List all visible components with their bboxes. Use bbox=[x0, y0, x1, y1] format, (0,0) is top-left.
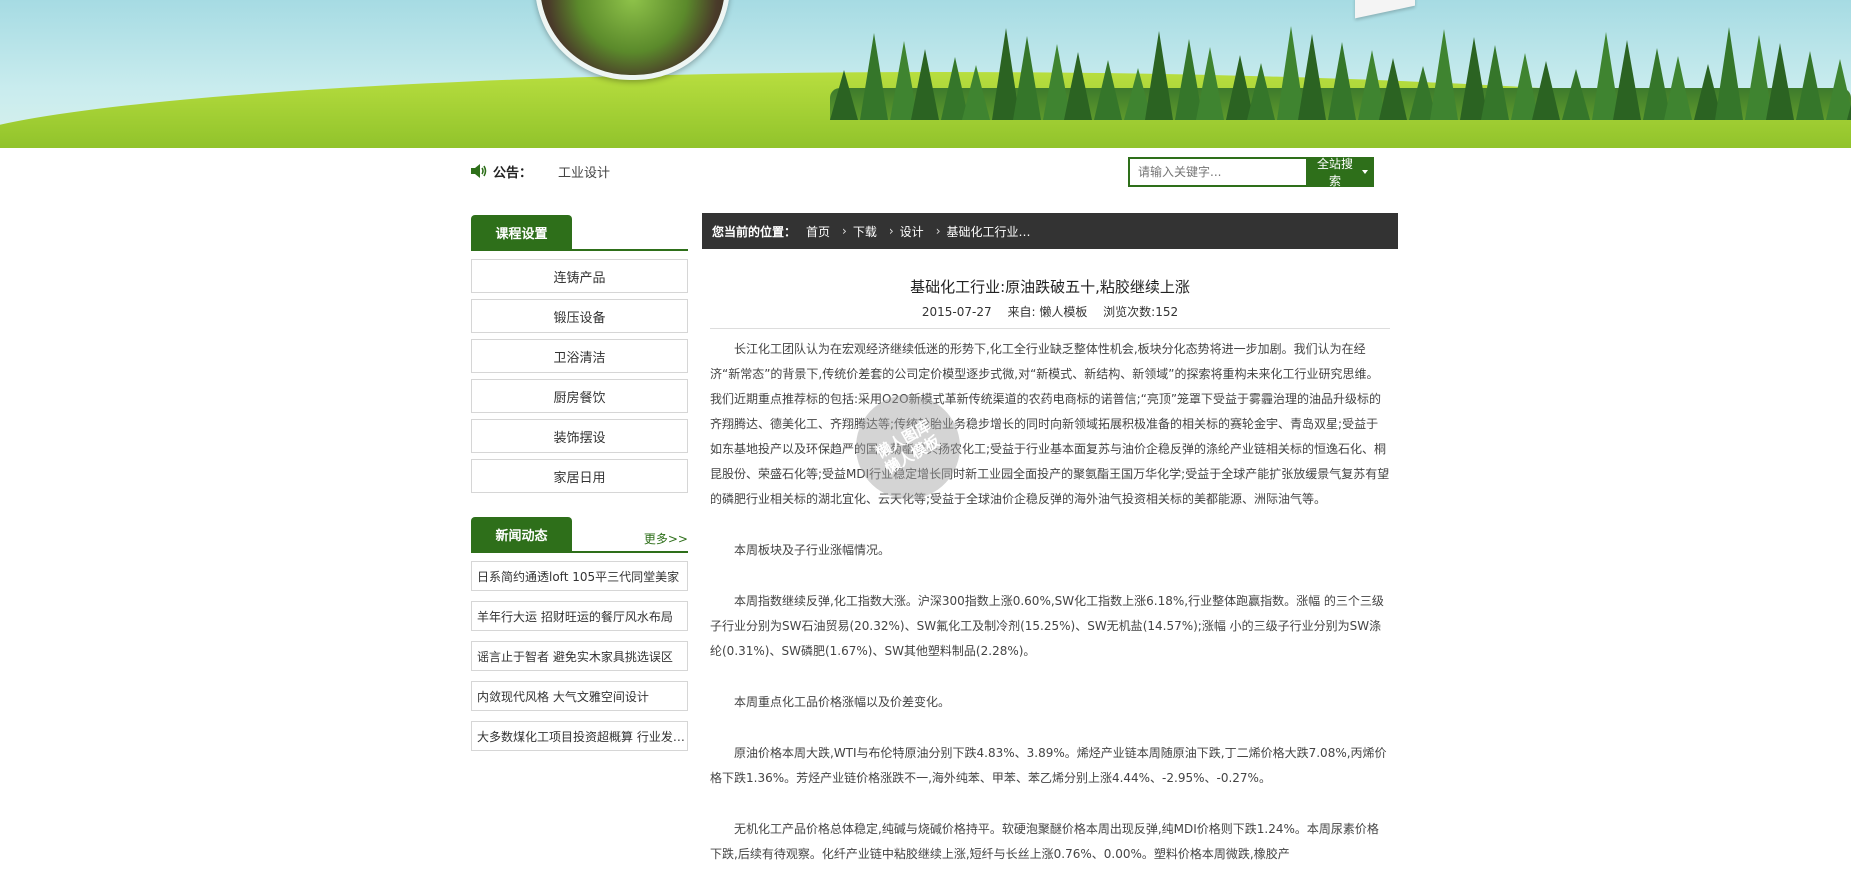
article-meta: 2015-07-27 来自: 懒人模板 浏览次数:152 bbox=[710, 303, 1390, 329]
tree-image bbox=[860, 33, 888, 120]
article-paragraph: 无机化工产品价格总体稳定,纯碱与烧碱价格持平。软硬泡聚醚价格本周出现反弹,纯MD… bbox=[710, 822, 1379, 861]
courses-menu: 连铸产品 锻压设备 卫浴清洁 厨房餐饮 装饰摆设 家居日用 bbox=[471, 259, 688, 493]
news-item[interactable]: 大多数煤化工项目投资超概算 行业发… bbox=[471, 721, 688, 751]
header-banner bbox=[0, 0, 1851, 148]
news-header: 新闻动态 更多>> bbox=[471, 515, 688, 553]
breadcrumb: 您当前的位置： 首页 › 下载 › 设计 › 基础化工行业… bbox=[702, 213, 1398, 249]
course-item[interactable]: 家居日用 bbox=[471, 459, 688, 493]
article-paragraph: 本周指数继续反弹,化工指数大涨。沪深300指数上涨0.60%,SW化工指数上涨6… bbox=[710, 594, 1384, 658]
tree-image bbox=[1796, 51, 1824, 120]
tree-image bbox=[1847, 67, 1851, 120]
chevron-right-icon: › bbox=[842, 224, 847, 238]
article-paragraph: 长江化工团队认为在宏观经济继续低迷的形势下,化工全行业缺乏整体性机会,板块分化态… bbox=[710, 342, 1390, 506]
tree-image bbox=[1094, 60, 1122, 120]
breadcrumb-download[interactable]: 下载 bbox=[853, 223, 877, 240]
tree-image bbox=[1013, 36, 1041, 120]
tree-image bbox=[962, 65, 990, 120]
tree-image bbox=[1298, 34, 1326, 120]
tree-image bbox=[1766, 43, 1794, 120]
article-body: 长江化工团队认为在宏观经济继续低迷的形势下,化工全行业缺乏整体性机会,板块分化态… bbox=[702, 329, 1398, 867]
breadcrumb-home[interactable]: 首页 bbox=[806, 223, 830, 240]
tree-image bbox=[1613, 40, 1641, 120]
tree-image bbox=[1064, 52, 1092, 120]
course-item[interactable]: 厨房餐饮 bbox=[471, 379, 688, 413]
search-button[interactable]: 全站搜索 bbox=[1306, 157, 1374, 188]
article-paragraph: 本周重点化工品价格涨幅以及价差变化。 bbox=[734, 695, 951, 709]
tree-image bbox=[1430, 29, 1458, 120]
tree-image bbox=[1328, 42, 1356, 120]
tree-image bbox=[1481, 45, 1509, 120]
tree-image bbox=[1664, 56, 1692, 120]
news-list: 日系简约通透loft 105平三代同堂美家 羊年行大运 招财旺运的餐厅风水布局 … bbox=[471, 561, 688, 751]
article-paragraph: 本周板块及子行业涨幅情况。 bbox=[734, 543, 891, 557]
notice-label: 公告： bbox=[493, 165, 533, 181]
article-source: 来自: 懒人模板 bbox=[1007, 305, 1088, 319]
breadcrumb-design[interactable]: 设计 bbox=[900, 223, 924, 240]
forest-image bbox=[830, 10, 1851, 120]
tree-image bbox=[1145, 31, 1173, 120]
courses-title: 课程设置 bbox=[471, 215, 572, 249]
news-more-link[interactable]: 更多>> bbox=[644, 530, 688, 547]
sidebar: 课程设置 连铸产品 锻压设备 卫浴清洁 厨房餐饮 装饰摆设 家居日用 新闻动态 … bbox=[471, 213, 688, 761]
article-title: 基础化工行业:原油跌破五十,粘胶继续上涨 bbox=[910, 278, 1190, 296]
breadcrumb-current[interactable]: 基础化工行业… bbox=[947, 223, 1031, 240]
tree-image bbox=[1715, 27, 1743, 120]
chevron-right-icon: › bbox=[935, 224, 941, 238]
courses-header: 课程设置 bbox=[471, 213, 688, 251]
search-input[interactable] bbox=[1128, 157, 1306, 187]
course-item[interactable]: 装饰摆设 bbox=[471, 419, 688, 453]
globe-image bbox=[535, 0, 730, 80]
news-title: 新闻动态 bbox=[471, 517, 572, 551]
chevron-down-icon bbox=[1362, 170, 1368, 174]
site-search: 全站搜索 bbox=[1128, 157, 1374, 188]
speaker-icon bbox=[471, 164, 487, 178]
article-date: 2015-07-27 bbox=[921, 305, 992, 319]
tree-image bbox=[1532, 61, 1560, 120]
breadcrumb-lead: 您当前的位置： bbox=[712, 224, 797, 239]
course-item[interactable]: 连铸产品 bbox=[471, 259, 688, 293]
tree-image bbox=[1196, 47, 1224, 120]
tree-image bbox=[830, 70, 858, 120]
course-item[interactable]: 卫浴清洁 bbox=[471, 339, 688, 373]
article-views: 浏览次数:152 bbox=[1103, 305, 1179, 319]
news-item[interactable]: 日系简约通透loft 105平三代同堂美家 bbox=[471, 561, 688, 591]
tree-image bbox=[1562, 69, 1590, 120]
search-button-label: 全站搜索 bbox=[1316, 157, 1353, 188]
news-item[interactable]: 羊年行大运 招财旺运的餐厅风水布局 bbox=[471, 601, 688, 631]
chevron-right-icon: › bbox=[888, 224, 894, 238]
tree-image bbox=[1379, 58, 1407, 120]
notice-bar: 公告： 工业设计 bbox=[471, 160, 610, 182]
notice-text[interactable]: 工业设计 bbox=[558, 162, 610, 181]
main-content: 您当前的位置： 首页 › 下载 › 设计 › 基础化工行业… 基础化工行业:原油… bbox=[702, 213, 1398, 893]
news-item[interactable]: 内敛现代风格 大气文雅空间设计 bbox=[471, 681, 688, 711]
article-paragraph: 原油价格本周大跌,WTI与布伦特原油分别下跌4.83%、3.89%。烯烃产业链本… bbox=[710, 746, 1387, 785]
tree-image bbox=[911, 49, 939, 120]
course-item[interactable]: 锻压设备 bbox=[471, 299, 688, 333]
tree-image bbox=[1247, 63, 1275, 120]
news-item[interactable]: 谣言止于智者 避免实木家具挑选误区 bbox=[471, 641, 688, 671]
